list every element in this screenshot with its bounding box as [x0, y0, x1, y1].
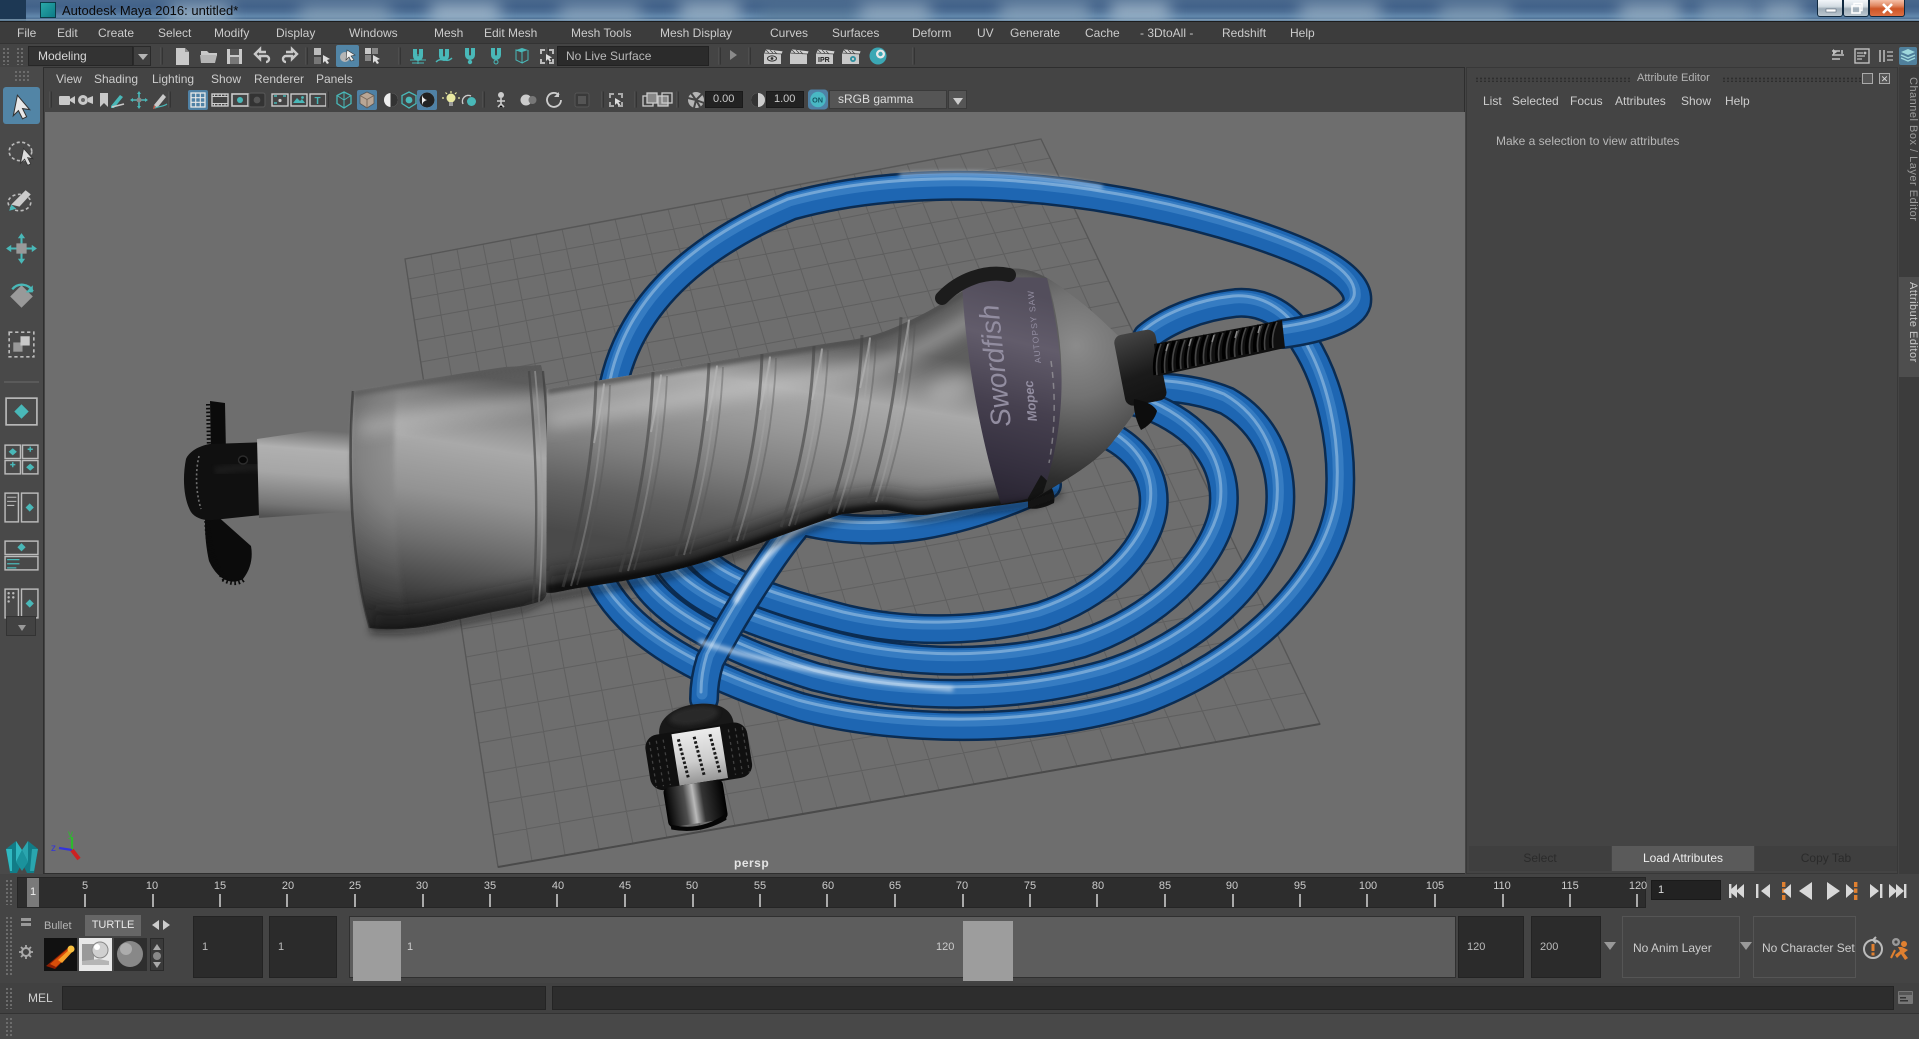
- svg-text:y: y: [68, 829, 73, 840]
- svg-text:z: z: [51, 843, 56, 854]
- svg-text:T: T: [315, 96, 321, 107]
- svg-text:persp: persp: [734, 856, 769, 870]
- svg-text:ON: ON: [812, 96, 823, 105]
- svg-text:IPR: IPR: [818, 57, 830, 64]
